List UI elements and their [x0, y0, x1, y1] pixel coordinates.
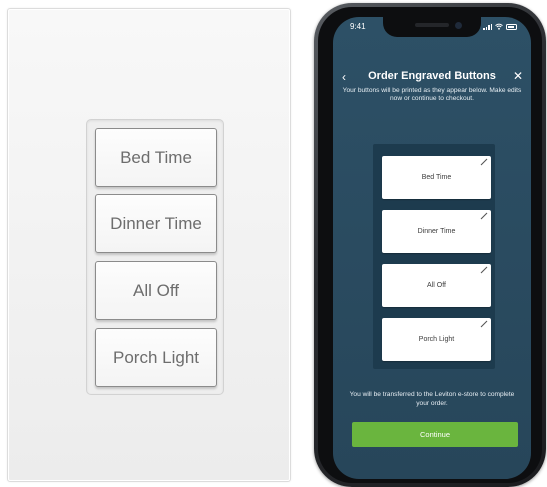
engraved-button-bed-time[interactable]: Bed Time: [382, 156, 491, 199]
screen-header: ‹ Order Engraved Buttons ✕: [333, 69, 531, 85]
engraved-button-label: Porch Light: [418, 336, 455, 343]
pencil-icon[interactable]: [480, 158, 488, 166]
phone-device: 9:41 ‹ Order Engraved Buttons ✕ Your but…: [314, 3, 546, 487]
engraved-button-label: Bed Time: [421, 174, 452, 181]
wifi-icon: [495, 23, 503, 30]
battery-icon: [506, 24, 517, 30]
keypad-frame: Bed Time Dinner Time All Off Porch Light: [86, 119, 224, 395]
engraved-button-dinner-time[interactable]: Dinner Time: [382, 210, 491, 253]
continue-button[interactable]: Continue: [352, 422, 518, 447]
wall-plate: Bed Time Dinner Time All Off Porch Light: [7, 8, 291, 482]
speaker-grille: [415, 23, 449, 27]
keypad-button-bed-time[interactable]: Bed Time: [95, 128, 217, 187]
button-preview-panel: Bed Time Dinner Time All Off Porch Light: [373, 144, 495, 369]
transfer-notice: You will be transferred to the Leviton e…: [349, 391, 515, 407]
keypad-button-all-off[interactable]: All Off: [95, 261, 217, 320]
pencil-icon[interactable]: [480, 212, 488, 220]
signal-icon: [483, 23, 492, 30]
keypad-button-dinner-time[interactable]: Dinner Time: [95, 194, 217, 253]
keypad-button-porch-light[interactable]: Porch Light: [95, 328, 217, 387]
instructions-text: Your buttons will be printed as they app…: [342, 87, 522, 102]
phone-notch: [383, 17, 481, 37]
pencil-icon[interactable]: [480, 320, 488, 328]
status-icons: [483, 23, 517, 30]
engraved-button-all-off[interactable]: All Off: [382, 264, 491, 307]
close-icon[interactable]: ✕: [513, 69, 523, 83]
page-title: Order Engraved Buttons: [368, 70, 496, 82]
pencil-icon[interactable]: [480, 266, 488, 274]
engraved-button-label: All Off: [427, 282, 446, 289]
engraved-button-porch-light[interactable]: Porch Light: [382, 318, 491, 361]
phone-screen: 9:41 ‹ Order Engraved Buttons ✕ Your but…: [333, 17, 531, 479]
status-time: 9:41: [350, 22, 366, 31]
engraved-button-label: Dinner Time: [417, 228, 456, 235]
camera-icon: [455, 22, 462, 29]
